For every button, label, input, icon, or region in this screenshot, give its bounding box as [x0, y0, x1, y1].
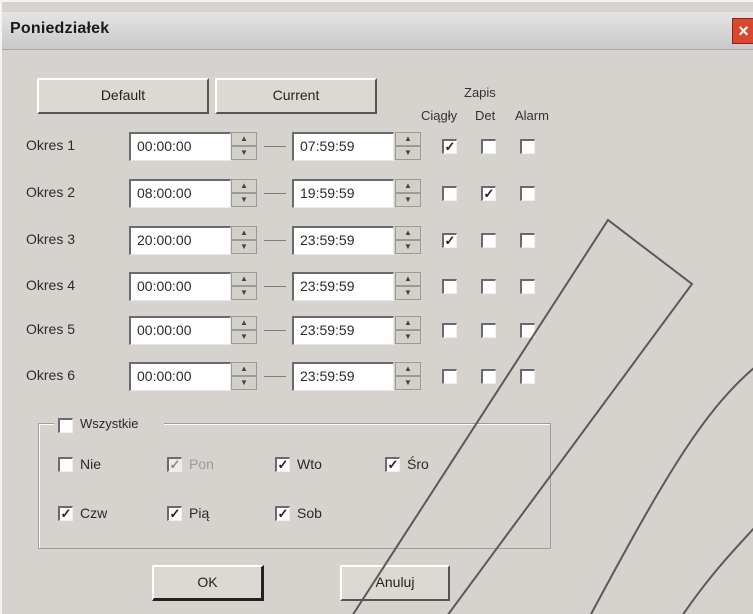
watermark-stroke-3: [682, 527, 753, 614]
watermark-stroke-1: [352, 218, 694, 614]
watermark-lines: [352, 218, 753, 614]
schedule-dialog: Poniedziałek × Default Current Zapis Cią…: [0, 0, 753, 614]
watermark-stroke-2: [589, 367, 753, 614]
